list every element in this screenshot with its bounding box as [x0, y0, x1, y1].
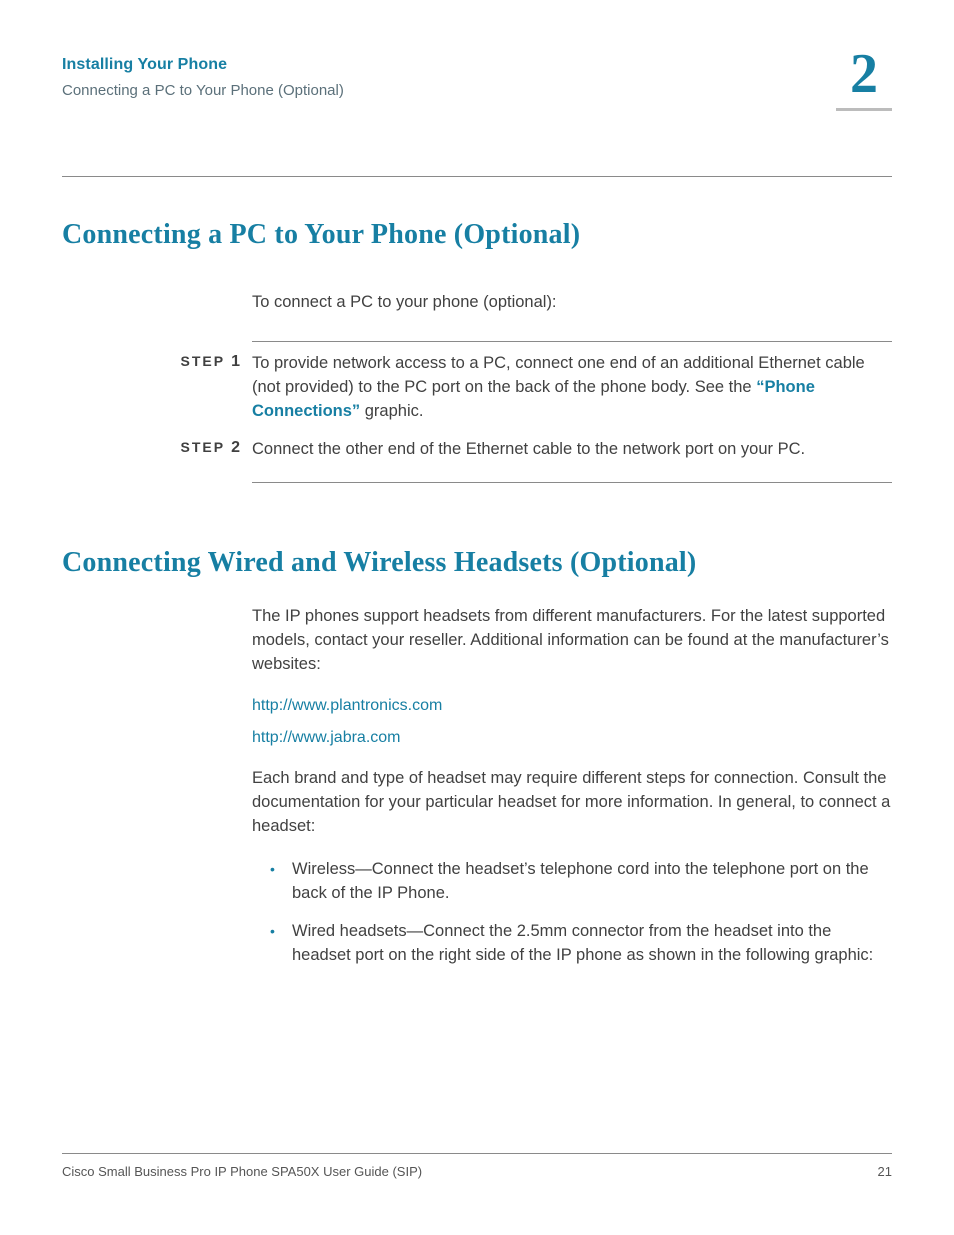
chapter-title: Installing Your Phone [62, 56, 344, 74]
step-1-row: STEP 1 To provide network access to a PC,… [62, 352, 892, 424]
bullet-2-row: • Wired headsets—Connect the 2.5mm conne… [252, 920, 892, 968]
section2-para1: The IP phones support headsets from diff… [252, 605, 892, 677]
chapter-number: 2 [836, 46, 892, 102]
footer-left: Cisco Small Business Pro IP Phone SPA50X… [62, 1164, 422, 1179]
section1-intro: To connect a PC to your phone (optional)… [252, 291, 892, 313]
step-2-label: STEP 2 [62, 438, 252, 462]
step-1-label: STEP 1 [62, 352, 252, 424]
chapter-number-box: 2 [836, 46, 892, 111]
section-heading-2: Connecting Wired and Wireless Headsets (… [62, 547, 892, 579]
header-text-block: Installing Your Phone Connecting a PC to… [62, 56, 344, 99]
page-footer: Cisco Small Business Pro IP Phone SPA50X… [62, 1153, 892, 1179]
step-1-body: To provide network access to a PC, conne… [252, 352, 892, 424]
footer-row: Cisco Small Business Pro IP Phone SPA50X… [62, 1164, 892, 1179]
bullet-2-text: Wired headsets—Connect the 2.5mm connect… [292, 920, 892, 968]
page-header: Installing Your Phone Connecting a PC to… [62, 52, 892, 132]
section-heading-1: Connecting a PC to Your Phone (Optional) [62, 219, 892, 251]
steps-bottom-rule [252, 482, 892, 483]
section-breadcrumb: Connecting a PC to Your Phone (Optional) [62, 82, 344, 99]
section2-para2: Each brand and type of headset may requi… [252, 767, 892, 839]
step-1-text-after: graphic. [360, 402, 423, 420]
jabra-link[interactable]: http://www.jabra.com [252, 729, 892, 747]
step-label-text: STEP [181, 353, 226, 369]
header-rule [62, 176, 892, 177]
footer-rule [62, 1153, 892, 1154]
steps-top-rule [252, 341, 892, 342]
step-1-num: 1 [231, 353, 240, 370]
chapter-number-rule [836, 108, 892, 111]
step-2-row: STEP 2 Connect the other end of the Ether… [62, 438, 892, 462]
step-label-text: STEP [181, 439, 226, 455]
bullet-1-row: • Wireless—Connect the headset’s telepho… [252, 858, 892, 906]
bullet-1-text: Wireless—Connect the headset’s telephone… [292, 858, 892, 906]
step-2-num: 2 [231, 439, 240, 456]
bullet-icon: • [252, 920, 292, 968]
bullet-list: • Wireless—Connect the headset’s telepho… [252, 858, 892, 968]
bullet-icon: • [252, 858, 292, 906]
step-2-body: Connect the other end of the Ethernet ca… [252, 438, 892, 462]
plantronics-link[interactable]: http://www.plantronics.com [252, 697, 892, 715]
page-number: 21 [878, 1164, 892, 1179]
page: Installing Your Phone Connecting a PC to… [0, 0, 954, 1235]
